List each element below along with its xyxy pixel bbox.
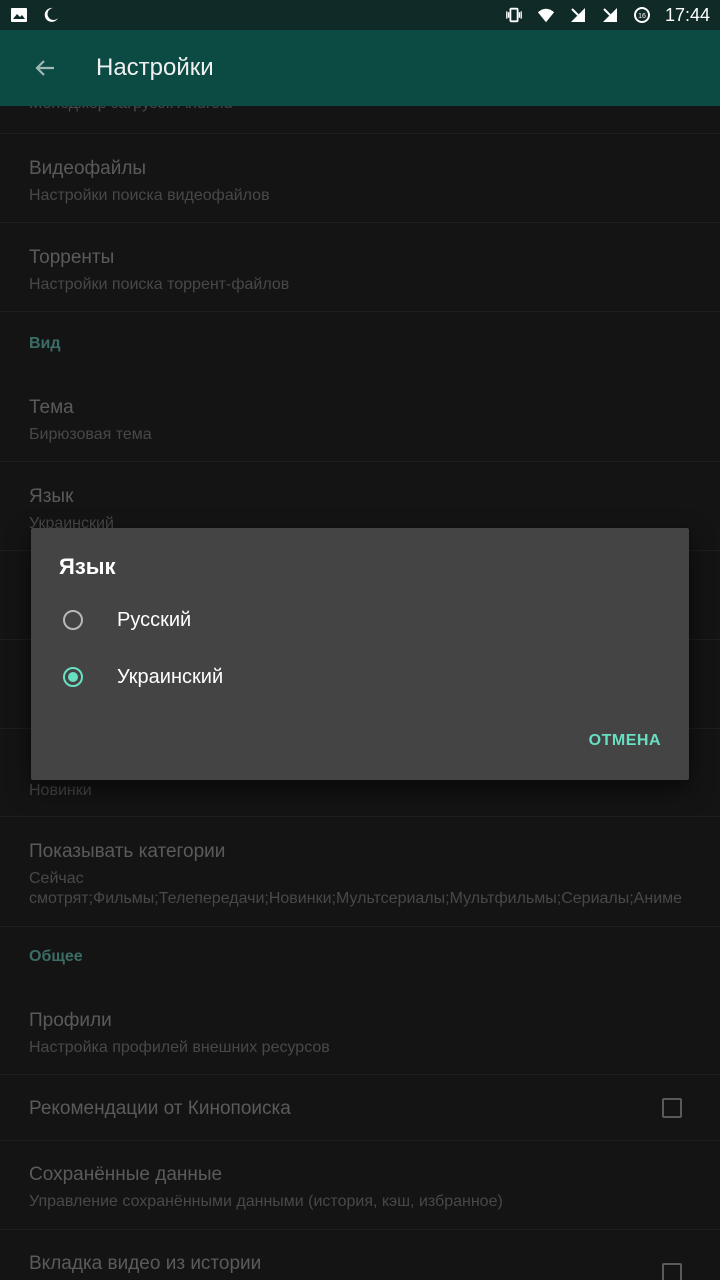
radio-button-selected[interactable]: [63, 667, 83, 687]
image-icon: [10, 6, 28, 24]
vibrate-icon: [505, 6, 523, 24]
arrow-back-icon[interactable]: [30, 53, 60, 83]
cancel-button[interactable]: ОТМЕНА: [589, 732, 661, 750]
dialog-title: Язык: [59, 554, 116, 579]
svg-text:16: 16: [638, 13, 646, 20]
battery-icon: 16: [633, 6, 651, 24]
option-ukrainian[interactable]: Украинский: [31, 649, 689, 705]
status-bar: 16 17:44: [0, 0, 720, 30]
wifi-icon: [537, 6, 555, 24]
radio-button[interactable]: [63, 610, 83, 630]
page-title: Настройки: [96, 54, 214, 81]
app-bar: Настройки: [0, 30, 720, 106]
moon-icon: [42, 6, 60, 24]
option-russian[interactable]: Русский: [31, 592, 689, 648]
signal-icon-2: [601, 6, 619, 24]
clock: 17:44: [664, 4, 710, 25]
signal-icon: [569, 6, 587, 24]
language-dialog: Язык Русский Украинский ОТМЕНА: [31, 528, 689, 780]
option-label: Русский: [117, 608, 192, 631]
option-label: Украинский: [117, 665, 224, 688]
